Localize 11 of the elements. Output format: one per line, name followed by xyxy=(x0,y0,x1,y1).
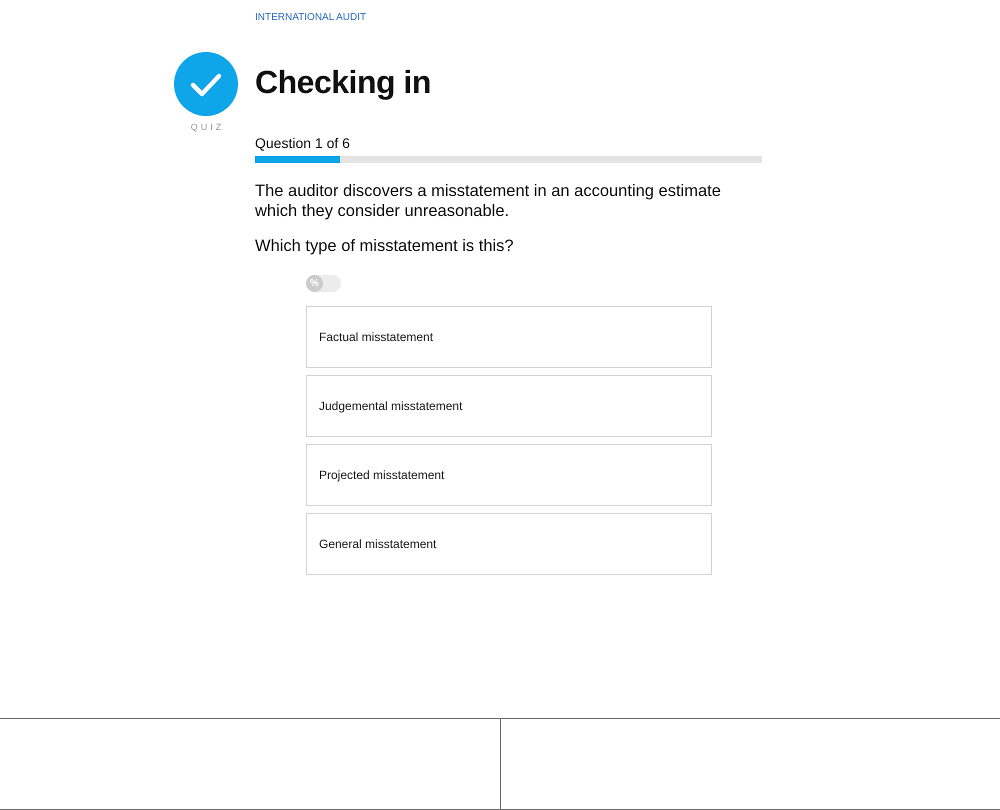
question-text: The auditor discovers a misstatement in an accounting estimate which they consider unreasonable. xyxy=(255,181,722,221)
question-prompt: Which type of misstatement is this? xyxy=(255,237,515,256)
question-counter: Question 1 of 6 xyxy=(255,135,350,151)
answer-option[interactable]: Projected misstatement xyxy=(306,444,712,506)
checkmark-icon xyxy=(174,52,238,116)
answer-option[interactable]: Factual misstatement xyxy=(306,306,712,368)
page-title: Checking in xyxy=(255,64,431,101)
answer-option[interactable]: General misstatement xyxy=(306,513,712,575)
breadcrumb-link[interactable]: INTERNATIONAL AUDIT xyxy=(255,12,366,23)
quiz-label: QUIZ xyxy=(190,122,224,132)
answer-option[interactable]: Judgemental misstatement xyxy=(306,375,712,437)
